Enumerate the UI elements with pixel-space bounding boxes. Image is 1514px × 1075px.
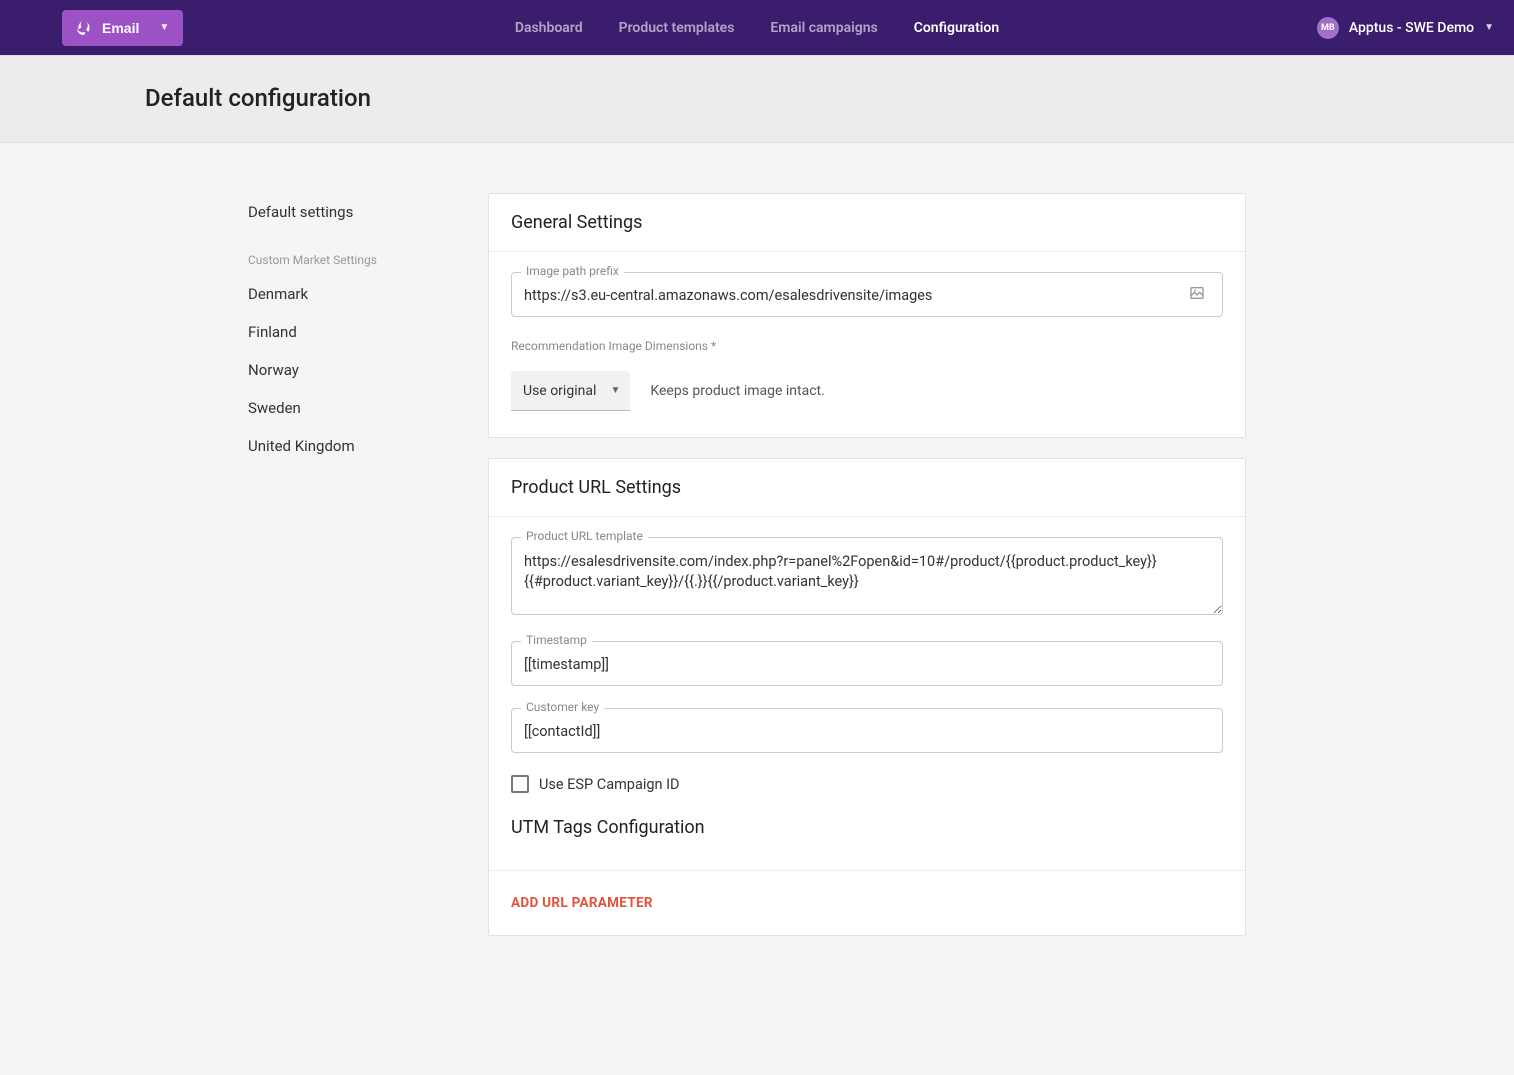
customer-key-field: Customer key xyxy=(511,708,1223,753)
timestamp-input[interactable] xyxy=(511,641,1223,686)
rec-dim-hint: Keeps product image intact. xyxy=(650,383,824,399)
primary-nav: Dashboard Product templates Email campai… xyxy=(515,20,999,36)
field-label: Image path prefix xyxy=(521,264,624,278)
checkbox-label: Use ESP Campaign ID xyxy=(539,776,680,793)
sidebar-item-market[interactable]: Norway xyxy=(248,351,448,389)
page-title: Default configuration xyxy=(145,84,1514,112)
add-url-parameter-button[interactable]: Add URL parameter xyxy=(489,871,1245,935)
nav-product-templates[interactable]: Product templates xyxy=(619,20,735,36)
field-label: Customer key xyxy=(521,700,604,714)
main-content: Default settings Custom Market Settings … xyxy=(0,143,1514,996)
nav-configuration[interactable]: Configuration xyxy=(914,20,999,36)
chevron-down-icon: ▼ xyxy=(610,385,620,396)
general-settings-card: General Settings Image path prefix Recom… xyxy=(488,193,1246,438)
page-header: Default configuration xyxy=(0,55,1514,143)
image-path-input[interactable] xyxy=(511,272,1223,317)
card-title: Product URL Settings xyxy=(489,459,1245,517)
rec-image-dimensions: Recommendation Image Dimensions * Use or… xyxy=(511,339,1223,411)
timestamp-field: Timestamp xyxy=(511,641,1223,686)
product-url-template-field: Product URL template https://esalesdrive… xyxy=(511,537,1223,619)
app-switcher-label: Email xyxy=(102,20,139,36)
field-label: Product URL template xyxy=(521,529,648,543)
sidebar-item-market[interactable]: United Kingdom xyxy=(248,427,448,465)
sidebar-item-market[interactable]: Finland xyxy=(248,313,448,351)
top-navbar: Email ▼ Dashboard Product templates Emai… xyxy=(0,0,1514,55)
image-path-field: Image path prefix xyxy=(511,272,1223,317)
field-label: Recommendation Image Dimensions * xyxy=(511,339,716,353)
sidebar-section-label: Custom Market Settings xyxy=(248,231,448,275)
app-switcher-button[interactable]: Email ▼ xyxy=(62,10,183,46)
checkbox-icon xyxy=(511,775,529,793)
sidebar-item-market[interactable]: Denmark xyxy=(248,275,448,313)
product-url-settings-card: Product URL Settings Product URL templat… xyxy=(488,458,1246,936)
avatar: MB xyxy=(1317,17,1339,39)
settings-panels: General Settings Image path prefix Recom… xyxy=(488,193,1246,956)
use-esp-campaign-id-checkbox[interactable]: Use ESP Campaign ID xyxy=(511,775,1223,793)
utm-section-title: UTM Tags Configuration xyxy=(511,793,1223,844)
account-label: Apptus - SWE Demo xyxy=(1349,20,1474,36)
sidebar-item-market[interactable]: Sweden xyxy=(248,389,448,427)
image-icon xyxy=(1189,285,1205,305)
field-label: Timestamp xyxy=(521,633,592,647)
apptus-logo-icon xyxy=(74,19,92,37)
nav-dashboard[interactable]: Dashboard xyxy=(515,20,583,36)
customer-key-input[interactable] xyxy=(511,708,1223,753)
settings-sidebar: Default settings Custom Market Settings … xyxy=(248,193,448,956)
chevron-down-icon: ▼ xyxy=(1484,22,1494,33)
account-menu[interactable]: MB Apptus - SWE Demo ▼ xyxy=(1317,17,1494,39)
card-title: General Settings xyxy=(489,194,1245,252)
rec-dim-select[interactable]: Use original ▼ xyxy=(511,371,630,411)
nav-email-campaigns[interactable]: Email campaigns xyxy=(770,20,877,36)
sidebar-item-default-settings[interactable]: Default settings xyxy=(248,193,448,231)
product-url-template-input[interactable]: https://esalesdrivensite.com/index.php?r… xyxy=(511,537,1223,615)
select-value: Use original xyxy=(523,383,596,399)
chevron-down-icon: ▼ xyxy=(159,22,169,33)
